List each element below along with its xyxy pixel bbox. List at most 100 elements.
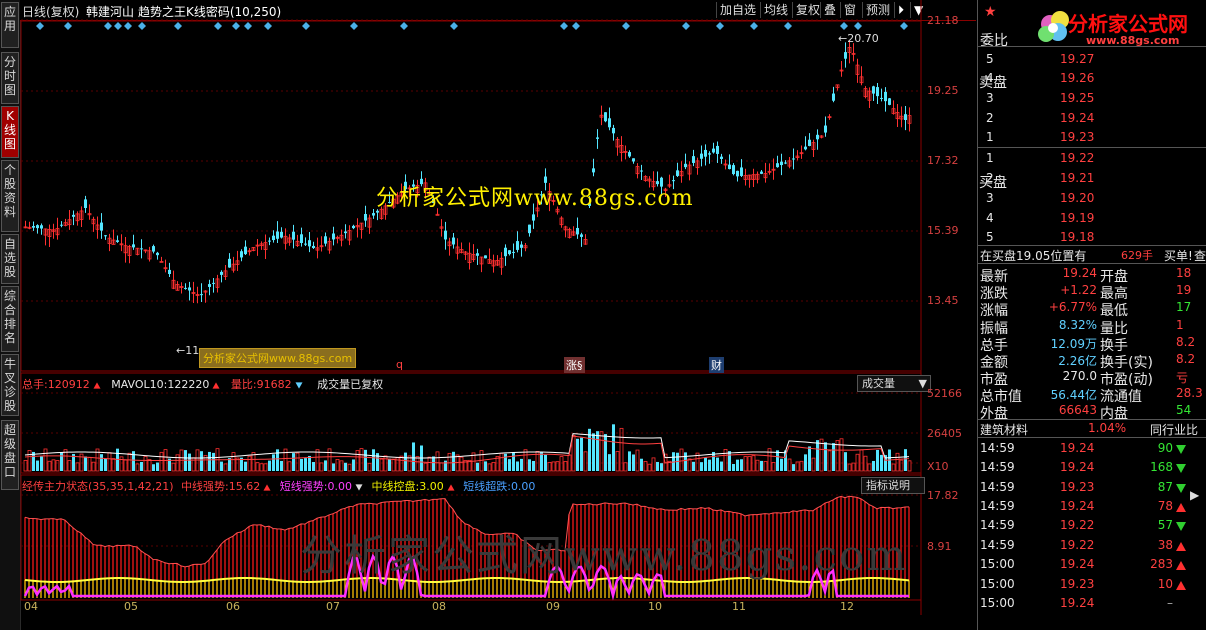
sell-level[interactable]: 2 19.24 [978,109,1206,129]
position-buy: 买单! [1164,249,1193,263]
sell-level[interactable]: 5 19.27 [978,50,1206,70]
volume-bar [832,443,835,471]
volume-bar [439,462,444,472]
down-arrow-icon [295,381,303,389]
candle-body [40,225,43,229]
volume-bar [259,463,264,472]
tick-time: 15:00 [980,557,1015,571]
volume-bar [391,458,396,472]
volume-bar [423,462,428,472]
volume-bar [347,463,352,472]
date-axis: 04 05 06 07 08 09 10 11 12 [20,600,976,618]
buy-level[interactable]: 3 19.20 [978,189,1206,209]
level-price: 19.24 [1060,111,1095,125]
volume-bar [427,456,432,472]
buy-level[interactable]: 2 19.21 [978,169,1206,189]
dropdown-arrow-icon: ▼ [918,377,927,390]
volume-bar [628,451,631,471]
level-price: 19.26 [1060,71,1095,85]
stat-value: 19 [1176,283,1192,297]
candle-body [280,231,283,238]
sector-row[interactable]: 建筑材料 1.04% 同行业比 [978,419,1206,439]
volume-bar [344,462,347,471]
volume-bar [339,460,344,472]
diamond-marker-icon [302,22,310,30]
candle-body [632,158,635,162]
event-tag-q[interactable]: q [396,358,403,371]
position-link[interactable]: 查看详 [1194,247,1206,264]
buy-level[interactable]: 4 19.19 [978,209,1206,229]
buy-level[interactable]: 1 19.22 [978,149,1206,169]
price-axis-label: 13.45 [927,294,959,307]
candle-body [168,269,171,274]
tick-volume: 78 [1157,499,1173,513]
volume-bar [547,462,552,472]
candle-body [508,250,511,255]
high-marker: ←20.70 [838,32,879,45]
volume-bar [36,460,39,471]
sell-level[interactable]: 4 19.26 [978,69,1206,89]
volume-bar [208,451,211,471]
diamond-marker-icon [244,22,252,30]
volume-bar [447,452,452,472]
level-price: 19.20 [1060,191,1095,205]
candle-body [116,240,119,242]
candle-body [728,164,731,170]
event-tag-up[interactable]: 涨§ [564,357,585,373]
volume-bar [747,456,752,472]
candle-body [780,161,783,166]
sector-compare-button[interactable]: 同行业比 [1150,421,1198,438]
volume-bar [816,440,819,471]
level-num: 5 [986,52,994,66]
volume-bar [63,449,68,472]
stat-value: 28.3 [1176,386,1203,400]
volume-bar [700,462,703,471]
indicator-axis-label: 8.91 [927,540,952,553]
candle-body [300,234,303,243]
tick-price: 19.24 [1060,499,1095,513]
volume-bar [907,460,912,472]
candle-body [872,86,875,94]
collapse-arrow-icon[interactable]: ▶ [1190,488,1199,502]
candle-body [712,148,715,153]
volume-bar [140,461,143,471]
strong-label: 中线强势: [181,480,229,493]
volume-bar [687,458,692,472]
volume-bar [107,452,112,472]
month-label: 04 [24,600,38,613]
volume-bar [608,454,611,471]
volume-bar [359,448,364,472]
volume-bar [512,452,515,471]
volume-bar [544,454,547,471]
volume-dropdown[interactable]: 成交量 ▼ [857,375,931,392]
volume-bar [839,438,844,472]
candle-body [504,247,507,257]
event-tag-fin[interactable]: 财 [709,357,724,373]
volume-bar [599,431,604,472]
volume-bar [804,454,807,471]
tick-price: 19.24 [1060,557,1095,571]
up-arrow-icon [1176,503,1186,512]
sell-level[interactable]: 1 19.23 [978,128,1206,148]
volume-bar [379,458,384,472]
diamond-marker-icon [104,22,112,30]
volume-bar [532,460,535,471]
favorite-star-icon[interactable]: ★ [984,4,997,20]
volume-bar [723,448,728,472]
stat-row: 涨幅 +6.77% 最低 17 [978,298,1206,319]
down-arrow-icon [1176,445,1186,454]
site-logo: 分析家公式网 www.88gs.com [1030,2,1200,50]
candle-body [268,240,271,242]
volume-bar [740,459,743,471]
candle-body [608,118,611,128]
sell-level[interactable]: 3 19.25 [978,89,1206,109]
volume-bar [476,462,479,471]
up-arrow-icon [1176,581,1186,590]
candle-body [324,236,327,244]
volume-bar [27,450,32,472]
volume-bar [712,451,715,471]
tick-row: 14:59 19.23 87 [978,478,1206,498]
indicator-explain-button[interactable]: 指标说明 [861,477,925,494]
tick-row: 15:00 19.23 10 [978,575,1206,595]
position-notice[interactable]: 在买盘19.05位置有 629手买单!查看详 [978,245,1206,265]
